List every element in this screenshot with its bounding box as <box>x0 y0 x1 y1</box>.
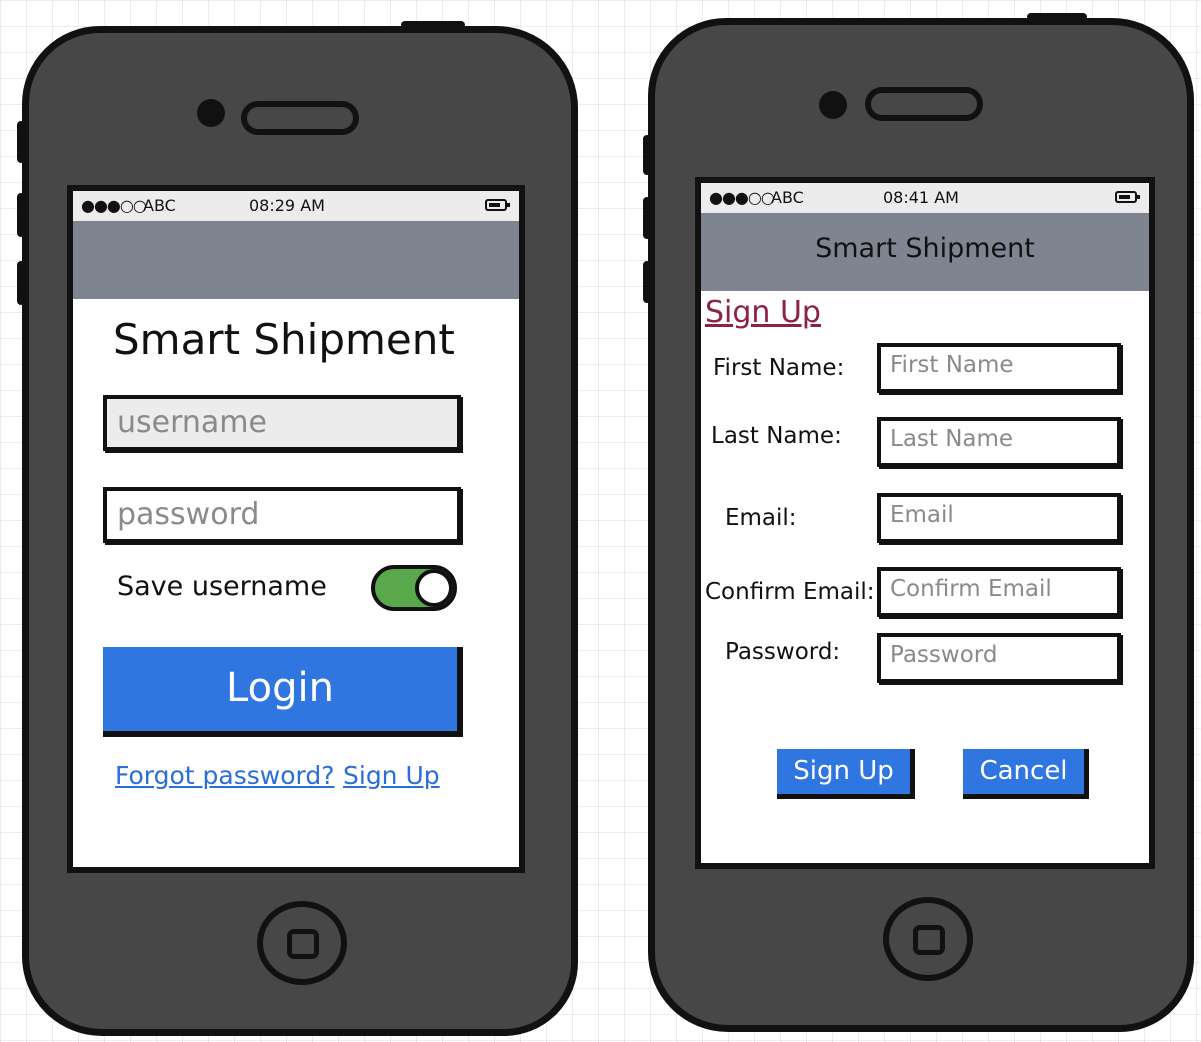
confirm-email-label: Confirm Email: <box>705 579 875 605</box>
last-name-placeholder: Last Name <box>890 426 1014 452</box>
battery-icon <box>485 199 510 211</box>
save-username-label: Save username <box>117 571 327 602</box>
power-button <box>401 21 465 29</box>
status-bar: ●●●○○ ABC 08:41 AM <box>701 183 1149 213</box>
first-name-input[interactable]: First Name <box>877 343 1121 393</box>
login-screen: ●●●○○ ABC 08:29 AM Smart Shipment userna… <box>67 185 525 873</box>
password-input[interactable]: password <box>103 487 461 543</box>
signup-screen: ●●●○○ ABC 08:41 AM Smart Shipment Sign U… <box>695 177 1155 869</box>
first-name-placeholder: First Name <box>890 352 1014 378</box>
email-placeholder: Email <box>890 502 954 528</box>
password-placeholder: password <box>117 497 260 532</box>
toggle-knob <box>415 569 453 607</box>
password-placeholder: Password <box>890 642 998 668</box>
last-name-input[interactable]: Last Name <box>877 417 1121 467</box>
last-name-label: Last Name: <box>711 423 842 449</box>
home-square-icon <box>913 925 945 955</box>
nav-title: Smart Shipment <box>815 233 1035 264</box>
signup-heading: Sign Up <box>705 295 821 330</box>
mute-switch <box>643 135 651 175</box>
carrier-name: ABC <box>771 188 804 207</box>
login-phone-frame: ●●●○○ ABC 08:29 AM Smart Shipment userna… <box>17 21 578 1036</box>
volume-up-button <box>643 197 651 239</box>
signal-strength-icon: ●●●○○ <box>709 188 775 207</box>
camera-icon <box>819 91 847 119</box>
login-button[interactable]: Login <box>103 647 463 737</box>
status-time: 08:29 AM <box>249 196 325 215</box>
username-placeholder: username <box>117 405 267 440</box>
speaker-icon <box>865 87 983 121</box>
volume-down-button <box>17 261 25 305</box>
password-label: Password: <box>725 639 841 665</box>
power-button <box>1027 13 1087 21</box>
confirm-email-input[interactable]: Confirm Email <box>877 567 1121 617</box>
save-username-toggle[interactable] <box>371 565 457 611</box>
confirm-email-placeholder: Confirm Email <box>890 576 1052 602</box>
cancel-button[interactable]: Cancel <box>963 749 1089 799</box>
battery-icon <box>1115 191 1140 203</box>
navigation-bar <box>73 221 519 299</box>
signal-strength-icon: ●●●○○ <box>81 196 147 215</box>
signup-phone-frame: ●●●○○ ABC 08:41 AM Smart Shipment Sign U… <box>643 13 1194 1032</box>
speaker-icon <box>241 101 359 135</box>
status-bar: ●●●○○ ABC 08:29 AM <box>73 191 519 221</box>
mute-switch <box>17 121 25 163</box>
app-title: Smart Shipment <box>113 315 455 364</box>
home-button[interactable] <box>883 897 973 981</box>
carrier-name: ABC <box>143 196 176 215</box>
home-button[interactable] <box>257 901 347 985</box>
status-time: 08:41 AM <box>883 188 959 207</box>
email-label: Email: <box>725 505 797 531</box>
camera-icon <box>197 99 225 127</box>
username-input[interactable]: username <box>103 395 461 451</box>
sign-up-link[interactable]: Sign Up <box>343 761 440 790</box>
email-input[interactable]: Email <box>877 493 1121 543</box>
navigation-bar: Smart Shipment <box>701 213 1149 291</box>
first-name-label: First Name: <box>713 355 845 381</box>
sign-up-button[interactable]: Sign Up <box>777 749 915 799</box>
password-input[interactable]: Password <box>877 633 1121 683</box>
volume-down-button <box>643 261 651 303</box>
forgot-password-link[interactable]: Forgot password? <box>115 761 335 790</box>
volume-up-button <box>17 193 25 237</box>
home-square-icon <box>287 929 319 959</box>
